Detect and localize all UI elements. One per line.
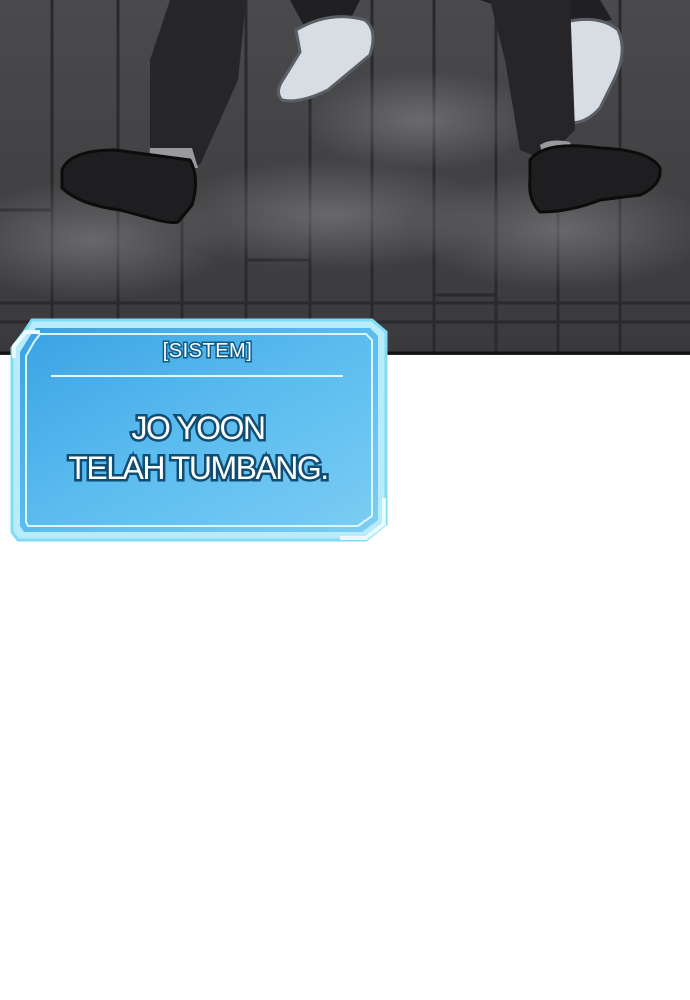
system-message: JO YOON TELAH TUMBANG. (10, 408, 386, 489)
floor-feet-illustration (0, 0, 690, 355)
system-divider (51, 375, 343, 377)
system-header-label: [SISTEM] (161, 339, 253, 364)
system-message-line-2: TELAH TUMBANG. (66, 448, 332, 489)
system-notification-window: [SISTEM] JO YOON TELAH TUMBANG. (10, 318, 388, 544)
comic-panel-floor-scene (0, 0, 690, 355)
system-message-line-1: JO YOON (129, 408, 268, 449)
